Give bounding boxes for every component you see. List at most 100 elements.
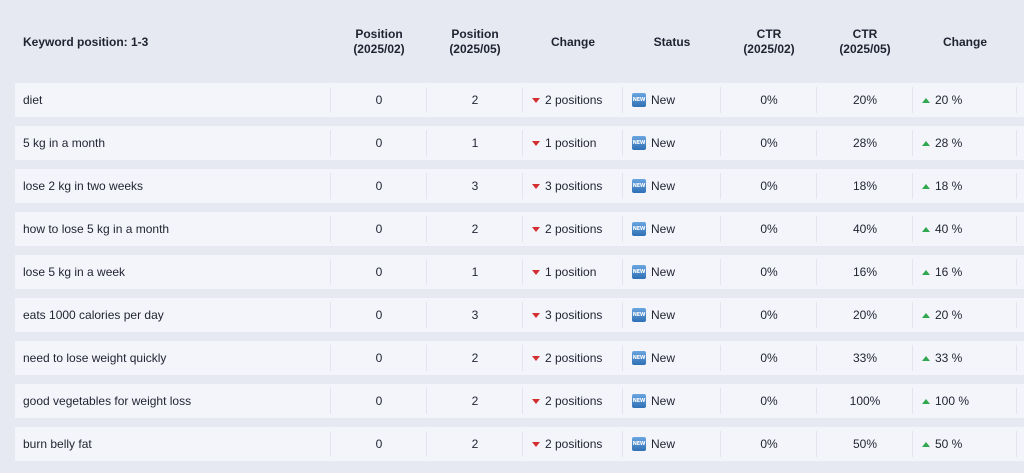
keyword-cell: lose 5 kg in a week xyxy=(15,255,331,289)
header-position-feb-line2: (2025/02) xyxy=(353,42,405,56)
header-ctr-may: CTR (2025/05) xyxy=(817,0,913,84)
table-row[interactable]: need to lose weight quickly 0 2 2 positions… xyxy=(15,341,1024,375)
change-value: 2 positions xyxy=(545,351,603,365)
position-feb-cell: 0 xyxy=(331,83,427,117)
green-triangle-up-icon xyxy=(922,312,930,318)
row-trailing-cell xyxy=(1017,83,1024,117)
header-ctr-may-line2: (2025/05) xyxy=(839,42,891,56)
header-position-may: Position (2025/05) xyxy=(427,0,523,84)
table-row[interactable]: 5 kg in a month 0 1 1 position NEW New 0% 28% 28… xyxy=(15,126,1024,160)
position-feb-cell: 0 xyxy=(331,384,427,418)
position-may-cell: 3 xyxy=(427,169,523,203)
green-triangle-up-icon xyxy=(922,183,930,189)
table-row[interactable]: burn belly fat 0 2 2 positions NEW New 0% 50% 50… xyxy=(15,427,1024,461)
status-value: New xyxy=(651,93,676,107)
change-cell: 3 positions xyxy=(523,298,623,332)
ctr-change-cell: 28 % xyxy=(913,126,1017,160)
keyword-cell: burn belly fat xyxy=(15,427,331,461)
status-cell: NEW New xyxy=(623,341,721,375)
ctr-change-cell: 18 % xyxy=(913,169,1017,203)
ctr-may-cell: 33% xyxy=(817,341,913,375)
ctr-change-cell: 33 % xyxy=(913,341,1017,375)
keyword-cell: need to lose weight quickly xyxy=(15,341,331,375)
table-header: Keyword position: 1-3 Position (2025/02) … xyxy=(15,0,1024,84)
change-value: 2 positions xyxy=(545,437,603,451)
change-value: 2 positions xyxy=(545,394,603,408)
header-ctr-may-line1: CTR xyxy=(852,27,878,41)
change-value: 2 positions xyxy=(545,93,603,107)
new-badge-icon: NEW xyxy=(632,222,646,236)
green-triangle-up-icon xyxy=(922,355,930,361)
green-triangle-up-icon xyxy=(922,226,930,232)
green-triangle-up-icon xyxy=(922,441,930,447)
ctr-feb-cell: 0% xyxy=(721,427,817,461)
change-value: 3 positions xyxy=(545,308,603,322)
change-cell: 2 positions xyxy=(523,212,623,246)
row-trailing-cell xyxy=(1017,427,1024,461)
red-triangle-down-icon xyxy=(532,269,540,275)
keyword-cell: 5 kg in a month xyxy=(15,126,331,160)
row-trailing-cell xyxy=(1017,341,1024,375)
ctr-may-cell: 28% xyxy=(817,126,913,160)
table-row[interactable]: eats 1000 calories per day 0 3 3 positions N… xyxy=(15,298,1024,332)
ctr-change-value: 20 % xyxy=(935,93,963,107)
status-cell: NEW New xyxy=(623,298,721,332)
ctr-change-value: 18 % xyxy=(935,179,963,193)
status-cell: NEW New xyxy=(623,384,721,418)
change-cell: 1 position xyxy=(523,255,623,289)
new-badge-icon: NEW xyxy=(632,351,646,365)
table-row[interactable]: lose 5 kg in a week 0 1 1 position NEW New 0% 1… xyxy=(15,255,1024,289)
ctr-change-value: 40 % xyxy=(935,222,963,236)
table-row[interactable]: how to lose 5 kg in a month 0 2 2 positions… xyxy=(15,212,1024,246)
keyword-cell: good vegetables for weight loss xyxy=(15,384,331,418)
ctr-may-cell: 20% xyxy=(817,298,913,332)
keyword-cell: lose 2 kg in two weeks xyxy=(15,169,331,203)
change-cell: 2 positions xyxy=(523,384,623,418)
row-trailing-cell xyxy=(1017,126,1024,160)
ctr-change-cell: 100 % xyxy=(913,384,1017,418)
status-value: New xyxy=(651,351,676,365)
position-may-cell: 3 xyxy=(427,298,523,332)
status-value: New xyxy=(651,265,676,279)
table-row[interactable]: good vegetables for weight loss 0 2 2 posit… xyxy=(15,384,1024,418)
keyword-cell: diet xyxy=(15,83,331,117)
keyword-cell: eats 1000 calories per day xyxy=(15,298,331,332)
position-may-cell: 2 xyxy=(427,212,523,246)
ctr-change-value: 28 % xyxy=(935,136,963,150)
position-may-cell: 1 xyxy=(427,255,523,289)
header-position-may-line1: Position xyxy=(451,27,499,41)
row-trailing-cell xyxy=(1017,384,1024,418)
ctr-feb-cell: 0% xyxy=(721,298,817,332)
position-feb-cell: 0 xyxy=(331,427,427,461)
keyword-cell: how to lose 5 kg in a month xyxy=(15,212,331,246)
ctr-feb-cell: 0% xyxy=(721,126,817,160)
red-triangle-down-icon xyxy=(532,441,540,447)
ctr-change-value: 20 % xyxy=(935,308,963,322)
status-cell: NEW New xyxy=(623,83,721,117)
row-trailing-cell xyxy=(1017,212,1024,246)
status-cell: NEW New xyxy=(623,255,721,289)
row-trailing-cell xyxy=(1017,255,1024,289)
ctr-may-cell: 100% xyxy=(817,384,913,418)
ctr-change-cell: 50 % xyxy=(913,427,1017,461)
status-value: New xyxy=(651,136,676,150)
status-cell: NEW New xyxy=(623,427,721,461)
position-feb-cell: 0 xyxy=(331,298,427,332)
ctr-feb-cell: 0% xyxy=(721,169,817,203)
table-row[interactable]: lose 2 kg in two weeks 0 3 3 positions NEW Ne… xyxy=(15,169,1024,203)
ctr-may-cell: 50% xyxy=(817,427,913,461)
ctr-feb-cell: 0% xyxy=(721,341,817,375)
row-trailing-cell xyxy=(1017,298,1024,332)
ctr-feb-cell: 0% xyxy=(721,255,817,289)
ctr-change-cell: 20 % xyxy=(913,298,1017,332)
red-triangle-down-icon xyxy=(532,226,540,232)
status-cell: NEW New xyxy=(623,212,721,246)
ctr-change-cell: 40 % xyxy=(913,212,1017,246)
header-position-feb-line1: Position xyxy=(355,27,403,41)
position-feb-cell: 0 xyxy=(331,255,427,289)
green-triangle-up-icon xyxy=(922,97,930,103)
red-triangle-down-icon xyxy=(532,398,540,404)
position-may-cell: 2 xyxy=(427,427,523,461)
table-row[interactable]: diet 0 2 2 positions NEW New 0% 20% 20 % xyxy=(15,83,1024,117)
green-triangle-up-icon xyxy=(922,269,930,275)
